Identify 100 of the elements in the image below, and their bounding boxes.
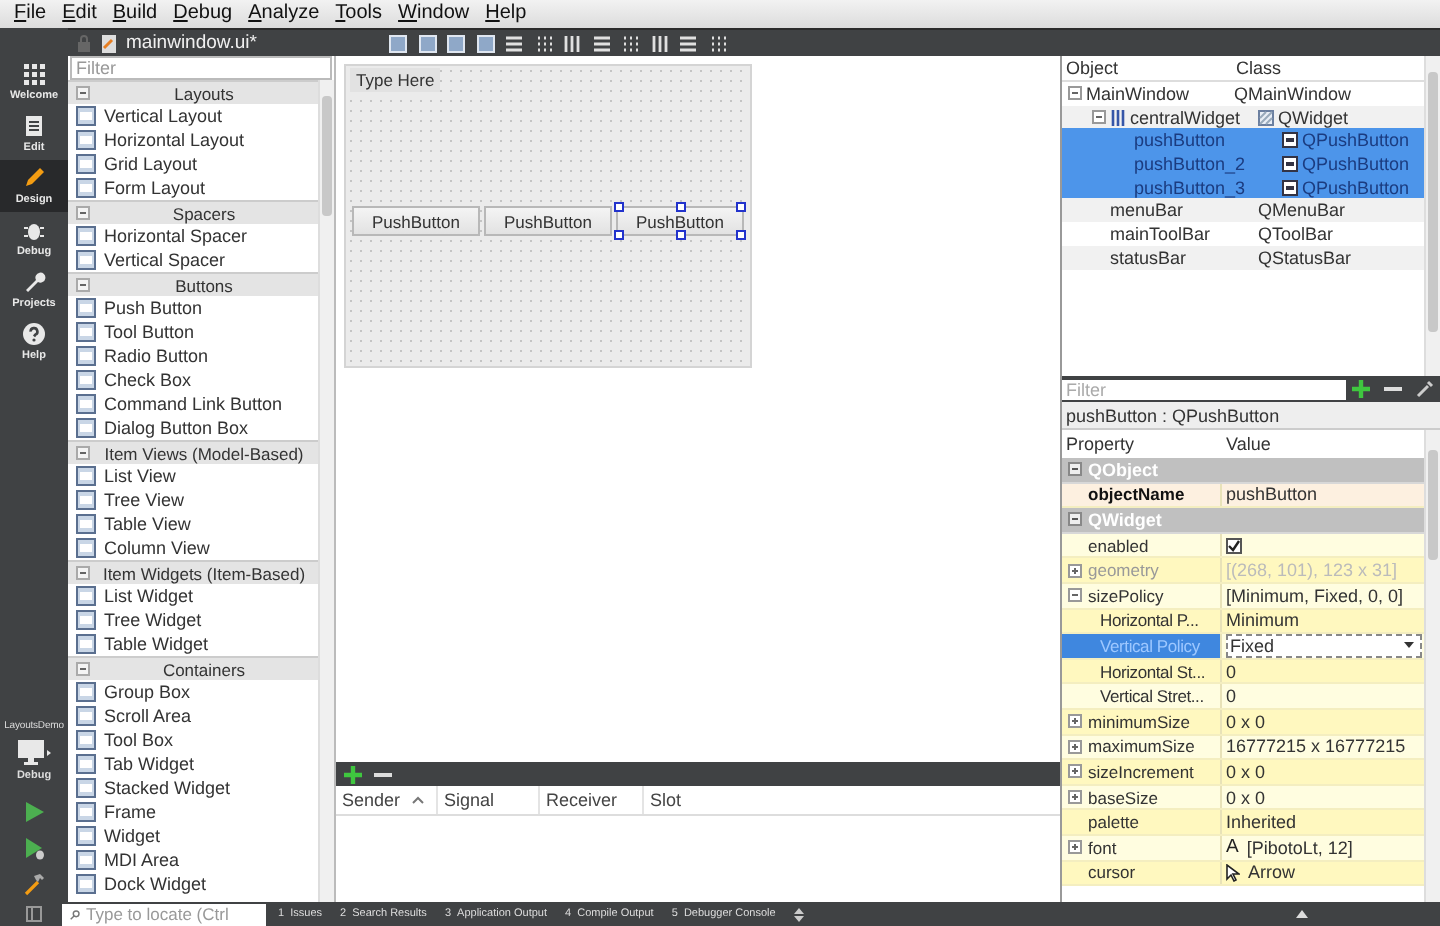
push-button[interactable]: PushButton [352, 206, 480, 236]
expand-icon[interactable] [1068, 840, 1082, 855]
collapse-icon[interactable] [76, 278, 90, 292]
scrollbar[interactable] [1424, 56, 1440, 376]
expand-icon[interactable] [1068, 588, 1082, 603]
property-value: Inherited [1226, 812, 1297, 833]
widget-item[interactable]: Horizontal Spacer [104, 226, 248, 246]
widget-item[interactable]: Frame [104, 802, 157, 822]
column-header[interactable]: Property [1062, 434, 1222, 454]
object-name: menuBar [1110, 200, 1184, 221]
widget-item[interactable]: Vertical Layout [104, 106, 223, 126]
column-header[interactable]: Slot [644, 786, 1060, 814]
scrollbar[interactable] [1424, 430, 1440, 902]
object-name: pushButton_3 [1134, 177, 1246, 198]
up-arrow-icon[interactable] [1296, 910, 1308, 918]
horizontal-layout-icon[interactable] [504, 33, 524, 53]
column-header[interactable]: Object [1062, 58, 1232, 78]
document-title[interactable]: mainwindow.ui* [126, 32, 257, 54]
menu-item[interactable]: File [6, 2, 55, 26]
widget-item[interactable]: Tool Button [104, 322, 195, 342]
grid-layout-icon[interactable] [649, 33, 669, 53]
column-header[interactable]: Value [1222, 434, 1424, 454]
property-name: minimumSize [1088, 711, 1191, 732]
expand-icon[interactable] [1068, 790, 1082, 805]
collapse-icon[interactable] [1068, 512, 1082, 527]
collapse-icon[interactable] [76, 662, 90, 676]
widget-item[interactable]: Horizontal Layout [104, 130, 245, 150]
object-row[interactable]: statusBar QStatusBar [1062, 245, 1424, 269]
object-row[interactable]: MainWindow QMainWindow [1062, 82, 1424, 106]
debug-run-icon[interactable] [22, 836, 46, 860]
push-button[interactable]: PushButton [616, 206, 744, 236]
column-header[interactable]: Class [1232, 58, 1424, 78]
widget-item[interactable]: Vertical Spacer [104, 250, 226, 270]
category-header[interactable]: Layouts [68, 80, 318, 104]
scrollbar[interactable] [318, 80, 334, 902]
collapse-icon[interactable] [76, 206, 90, 220]
collapse-icon[interactable] [1092, 110, 1106, 125]
menu-item[interactable]: Build [104, 2, 166, 26]
widget-item[interactable]: Column View [104, 538, 210, 558]
kit-selector[interactable] [16, 738, 52, 766]
category-header[interactable]: Buttons [68, 272, 318, 296]
expand-icon[interactable] [1068, 714, 1082, 729]
widget-item[interactable]: Table View [104, 514, 191, 534]
widget-item[interactable]: MDI Area [104, 850, 180, 870]
widget-item[interactable]: Radio Button [104, 346, 209, 366]
push-button[interactable]: PushButton [484, 206, 612, 236]
up-down-icon[interactable] [793, 907, 804, 921]
collapse-icon[interactable] [76, 86, 90, 100]
menu-item[interactable]: Help [477, 2, 535, 26]
widget-item[interactable]: Tree View [104, 490, 185, 510]
object-row[interactable]: menuBar QMenuBar [1062, 198, 1424, 223]
column-header[interactable]: Signal [438, 786, 540, 814]
collapse-icon[interactable] [1068, 86, 1082, 101]
class-name: QMainWindow [1234, 83, 1352, 104]
add-icon[interactable] [1352, 380, 1371, 398]
add-icon[interactable] [344, 765, 362, 783]
widget-item[interactable]: Grid Layout [104, 154, 198, 174]
menu-placeholder[interactable]: Type Here [350, 68, 441, 92]
column-header[interactable]: Receiver [540, 786, 644, 814]
object-row[interactable]: centralWidget QWidget [1062, 105, 1424, 129]
dropdown[interactable]: Fixed [1226, 634, 1422, 658]
category-header[interactable]: Spacers [68, 200, 318, 224]
run-icon[interactable] [22, 800, 46, 824]
collapse-icon[interactable] [76, 446, 90, 460]
filter-field[interactable]: Filter [70, 56, 332, 80]
menu-item[interactable]: Edit [54, 2, 105, 26]
checkbox[interactable] [1226, 537, 1242, 554]
expand-icon[interactable] [1068, 739, 1082, 754]
widget-item[interactable]: Scroll Area [104, 706, 192, 726]
menu-item[interactable]: Analyze [240, 2, 328, 26]
widget-item[interactable]: Tool Box [104, 730, 174, 750]
widget-item[interactable]: Dock Widget [104, 874, 207, 894]
expand-icon[interactable] [1068, 764, 1082, 779]
widget-item[interactable]: Stacked Widget [104, 778, 231, 798]
widget-item[interactable]: Form Layout [104, 178, 206, 198]
widget-item[interactable]: Command Link Button [104, 394, 283, 414]
category-header[interactable]: Item Views (Model-Based) [68, 440, 318, 464]
category-header[interactable]: Containers [68, 656, 318, 680]
hammer-icon[interactable] [22, 872, 46, 896]
menu-item[interactable]: Window [390, 2, 478, 26]
widget-item[interactable]: Table Widget [104, 634, 209, 654]
column-header[interactable]: Sender [336, 786, 438, 814]
widget-item[interactable]: Group Box [104, 682, 191, 702]
widget-item[interactable]: Check Box [104, 370, 192, 390]
widget-item[interactable]: Widget [104, 826, 161, 846]
widget-item[interactable]: Dialog Button Box [104, 418, 249, 438]
category-header[interactable]: Item Widgets (Item-Based) [68, 560, 318, 584]
sidebar-toggle-icon[interactable] [26, 906, 42, 922]
object-row[interactable]: mainToolBar QToolBar [1062, 222, 1424, 246]
widget-item[interactable]: Tree Widget [104, 610, 202, 630]
menu-item[interactable]: Debug [165, 2, 241, 26]
menu-item[interactable]: Tools [327, 2, 391, 26]
collapse-icon[interactable] [1068, 462, 1082, 477]
widget-item[interactable]: Push Button [104, 298, 203, 318]
widget-item[interactable]: List View [104, 466, 176, 486]
widget-item[interactable]: List Widget [104, 586, 194, 606]
locator-field[interactable]: Type to locate (Ctrl [62, 903, 266, 925]
collapse-icon[interactable] [76, 566, 90, 580]
filter-field[interactable]: Filter [1062, 379, 1346, 399]
widget-item[interactable]: Tab Widget [104, 754, 195, 774]
